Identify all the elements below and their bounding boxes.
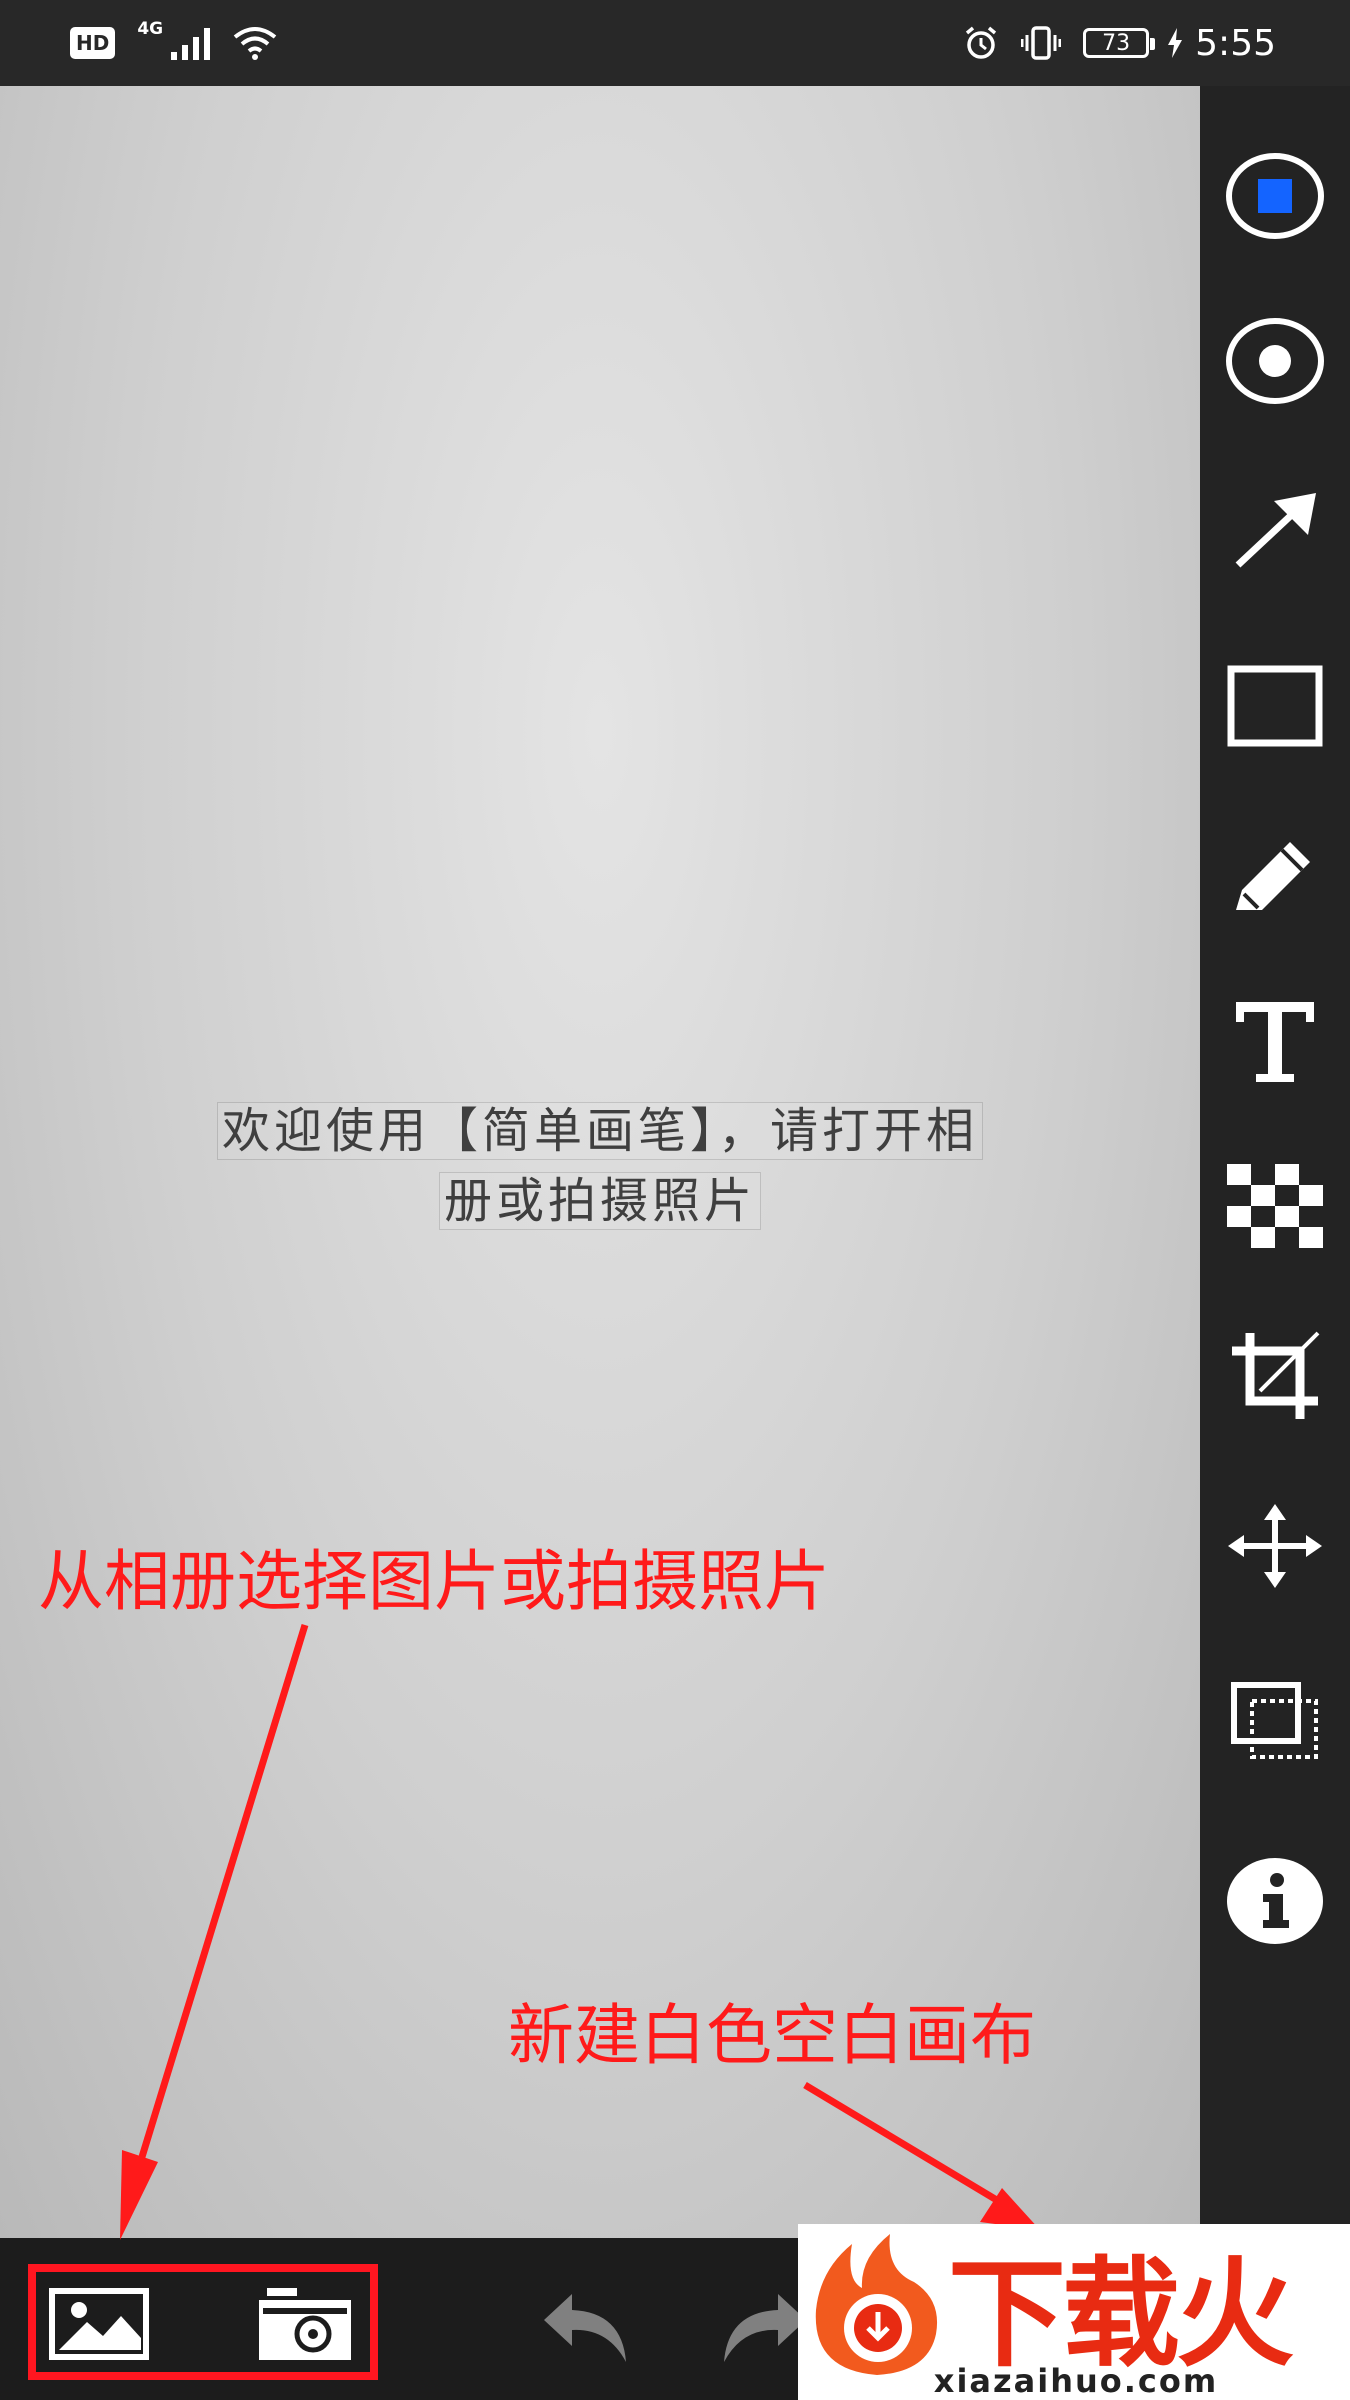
text-icon (1236, 1002, 1314, 1082)
redo-icon (724, 2294, 806, 2362)
crop-tool-button[interactable] (1200, 1321, 1350, 1431)
arrow-icon (1235, 493, 1316, 568)
status-left: HD 4G (70, 0, 278, 86)
undo-button[interactable] (540, 2288, 640, 2368)
wifi-icon (233, 27, 277, 60)
camera-button[interactable] (250, 2282, 360, 2366)
mosaic-tool-button[interactable] (1200, 1151, 1350, 1261)
rectangle-icon (1227, 665, 1323, 747)
alarm-icon (966, 26, 997, 59)
info-icon (1227, 1858, 1323, 1944)
color-picker-button[interactable] (1200, 141, 1350, 251)
flame-logo-icon (815, 2234, 938, 2375)
welcome-line-1: 欢迎使用【简单画笔】，请打开相 (216, 1102, 984, 1160)
gallery-hint-annotation: 从相册选择图片或拍摄照片 (38, 1543, 830, 1620)
color-picker-icon (1226, 153, 1324, 239)
move-tool-button[interactable] (1200, 1491, 1350, 1601)
mosaic-icon (1227, 1164, 1323, 1248)
status-bar: HD 4G 73 5:55 (0, 0, 1350, 86)
text-tool-button[interactable] (1200, 986, 1350, 1096)
redo-button[interactable] (710, 2288, 810, 2368)
battery-icon: 73 (1083, 28, 1156, 58)
layers-icon (1231, 1682, 1318, 1759)
status-right: 73 5:55 (963, 0, 1276, 86)
camera-icon (259, 2288, 351, 2360)
rectangle-tool-button[interactable] (1200, 651, 1350, 761)
watermark: 下载火 xiazaihuo.com (798, 2224, 1350, 2400)
hd-badge: HD (70, 27, 116, 59)
layers-button[interactable] (1200, 1666, 1350, 1776)
right-toolbar (1200, 86, 1350, 2238)
stroke-size-icon (1226, 318, 1324, 404)
stroke-size-button[interactable] (1200, 306, 1350, 416)
pencil-icon (1236, 842, 1310, 910)
welcome-line-2: 册或拍摄照片 (438, 1172, 762, 1230)
gallery-button[interactable] (44, 2282, 154, 2366)
vibrate-icon (1021, 26, 1062, 60)
signal-icon (171, 26, 211, 60)
gallery-icon (49, 2288, 149, 2360)
undo-icon (544, 2294, 626, 2362)
arrow-tool-button[interactable] (1200, 476, 1350, 586)
status-time: 5:55 (1195, 22, 1276, 64)
welcome-message: 欢迎使用【简单画笔】，请打开相 册或拍摄照片 (90, 1096, 1110, 1236)
battery-level: 73 (1102, 30, 1131, 56)
watermark-domain: xiazaihuo.com (933, 2362, 1219, 2400)
crop-icon (1232, 1331, 1320, 1419)
pencil-tool-button[interactable] (1200, 821, 1350, 931)
move-icon (1228, 1504, 1322, 1588)
network-type: 4G (137, 19, 164, 39)
info-button[interactable] (1200, 1846, 1350, 1956)
drawing-canvas[interactable]: 欢迎使用【简单画笔】，请打开相 册或拍摄照片 (0, 86, 1200, 2238)
charging-icon (1168, 28, 1183, 58)
blank-canvas-hint-annotation: 新建白色空白画布 (508, 1997, 1036, 2074)
